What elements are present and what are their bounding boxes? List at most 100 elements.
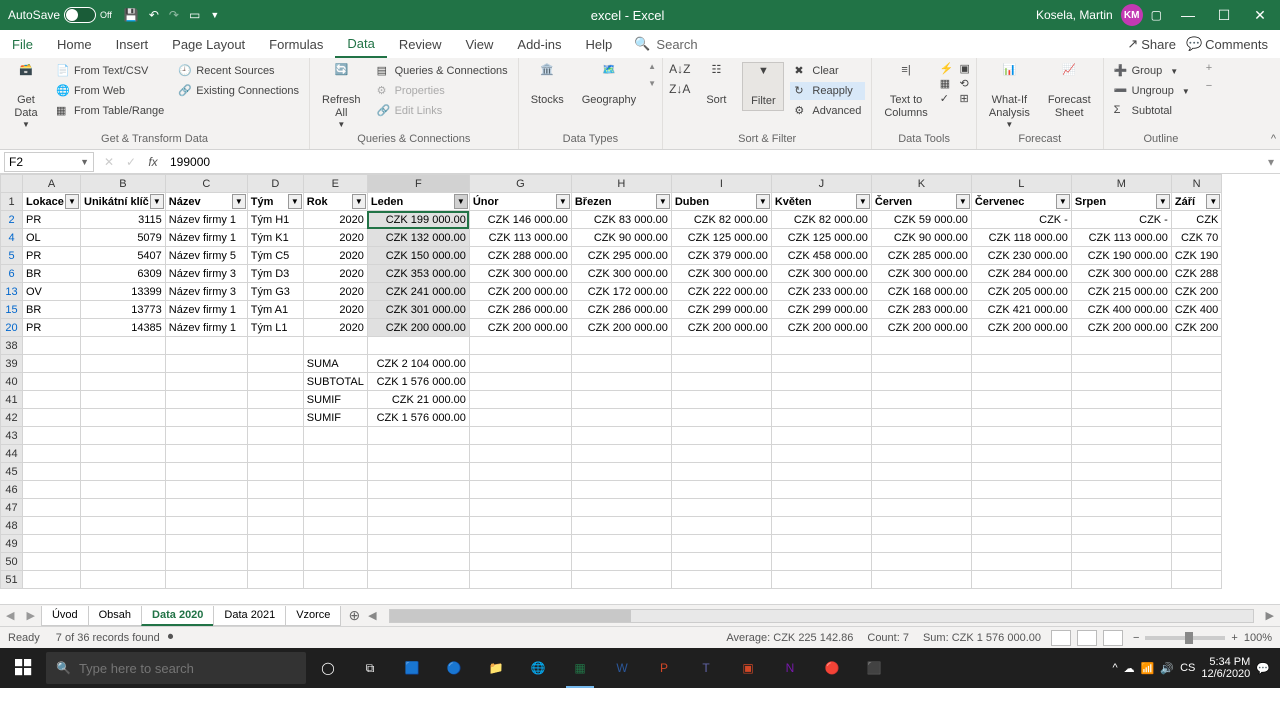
clear-filter-button[interactable]: ✖Clear [790, 62, 865, 80]
cell-N49[interactable] [1171, 535, 1221, 553]
filter-dropdown-Tým[interactable]: ▼ [288, 194, 302, 209]
cell-M40[interactable] [1071, 373, 1171, 391]
cell-I6[interactable]: CZK 300 000.00 [671, 265, 771, 283]
row-header-50[interactable]: 50 [1, 553, 23, 571]
minimize-button[interactable]: — [1176, 7, 1200, 24]
share-button[interactable]: ↗Share [1127, 36, 1176, 52]
row-header-6[interactable]: 6 [1, 265, 23, 283]
cell-F46[interactable] [367, 481, 469, 499]
cell-C47[interactable] [165, 499, 247, 517]
cell-I51[interactable] [671, 571, 771, 589]
cell-I43[interactable] [671, 427, 771, 445]
cell-C49[interactable] [165, 535, 247, 553]
cell-M43[interactable] [1071, 427, 1171, 445]
cell-K38[interactable] [871, 337, 971, 355]
cell-L6[interactable]: CZK 284 000.00 [971, 265, 1071, 283]
cell-D5[interactable]: Tým C5 [247, 247, 303, 265]
user-area[interactable]: Kosela, Martin KM ▢ [1036, 4, 1162, 26]
cell-B51[interactable] [81, 571, 166, 589]
col-header-K[interactable]: K [871, 175, 971, 193]
cell-D49[interactable] [247, 535, 303, 553]
cell-M6[interactable]: CZK 300 000.00 [1071, 265, 1171, 283]
cell-N5[interactable]: CZK 190 [1171, 247, 1221, 265]
cell-L50[interactable] [971, 553, 1071, 571]
show-detail-icon[interactable]: + [1206, 62, 1212, 74]
cell-K49[interactable] [871, 535, 971, 553]
expand-formula-icon[interactable]: ▾ [1262, 155, 1280, 169]
row-header-48[interactable]: 48 [1, 517, 23, 535]
cell-J47[interactable] [771, 499, 871, 517]
cell-H46[interactable] [571, 481, 671, 499]
geography-button[interactable]: 🗺️Geography [576, 62, 642, 109]
row-header-44[interactable]: 44 [1, 445, 23, 463]
cell-H48[interactable] [571, 517, 671, 535]
cell-B41[interactable] [81, 391, 166, 409]
cell-K2[interactable]: CZK 59 000.00 [871, 211, 971, 229]
cell-E20[interactable]: 2020 [303, 319, 367, 337]
cell-G49[interactable] [469, 535, 571, 553]
cell-A51[interactable] [23, 571, 81, 589]
cell-F51[interactable] [367, 571, 469, 589]
hscroll-right-icon[interactable]: ▶ [1266, 609, 1274, 622]
cell-C43[interactable] [165, 427, 247, 445]
enter-formula-icon[interactable]: ✓ [120, 155, 142, 169]
cell-F50[interactable] [367, 553, 469, 571]
cell-E50[interactable] [303, 553, 367, 571]
sheet-tab-Data 2021[interactable]: Data 2021 [213, 606, 286, 626]
filter-dropdown-Březen[interactable]: ▼ [656, 194, 670, 209]
cell-A20[interactable]: PR [23, 319, 81, 337]
cell-M44[interactable] [1071, 445, 1171, 463]
cell-B39[interactable] [81, 355, 166, 373]
cell-G45[interactable] [469, 463, 571, 481]
cell-F6[interactable]: CZK 353 000.00 [367, 265, 469, 283]
fx-icon[interactable]: fx [142, 155, 164, 169]
cell-H5[interactable]: CZK 295 000.00 [571, 247, 671, 265]
cell-C45[interactable] [165, 463, 247, 481]
cell-A13[interactable]: OV [23, 283, 81, 301]
row-header-5[interactable]: 5 [1, 247, 23, 265]
cell-A2[interactable]: PR [23, 211, 81, 229]
cell-F20[interactable]: CZK 200 000.00 [367, 319, 469, 337]
taskbar-skype[interactable]: 🔵 [434, 648, 474, 688]
cell-J42[interactable] [771, 409, 871, 427]
cell-H4[interactable]: CZK 90 000.00 [571, 229, 671, 247]
col-header-N[interactable]: N [1171, 175, 1221, 193]
cell-B49[interactable] [81, 535, 166, 553]
relationships-icon[interactable]: ⟲ [959, 77, 969, 90]
taskbar-taskview[interactable]: ⧉ [350, 648, 390, 688]
tell-me-search[interactable]: 🔍 Search [634, 36, 697, 52]
filter-dropdown-Unikátní klíč[interactable]: ▼ [150, 194, 164, 209]
cell-F13[interactable]: CZK 241 000.00 [367, 283, 469, 301]
cell-A38[interactable] [23, 337, 81, 355]
cell-B20[interactable]: 14385 [81, 319, 166, 337]
cell-M4[interactable]: CZK 113 000.00 [1071, 229, 1171, 247]
cell-E49[interactable] [303, 535, 367, 553]
row-header-38[interactable]: 38 [1, 337, 23, 355]
cell-D50[interactable] [247, 553, 303, 571]
scroll-down-icon[interactable]: ▼ [648, 79, 656, 88]
cell-N20[interactable]: CZK 200 [1171, 319, 1221, 337]
cell-M41[interactable] [1071, 391, 1171, 409]
sheet-nav-next-icon[interactable]: ▶ [20, 609, 40, 622]
sheet-tab-Úvod[interactable]: Úvod [41, 606, 89, 626]
cell-F38[interactable] [367, 337, 469, 355]
filter-dropdown-Červen[interactable]: ▼ [956, 194, 970, 209]
cell-C51[interactable] [165, 571, 247, 589]
cell-F15[interactable]: CZK 301 000.00 [367, 301, 469, 319]
cell-A50[interactable] [23, 553, 81, 571]
cell-K51[interactable] [871, 571, 971, 589]
cell-B4[interactable]: 5079 [81, 229, 166, 247]
cell-F45[interactable] [367, 463, 469, 481]
cell-A43[interactable] [23, 427, 81, 445]
taskbar-word[interactable]: W [602, 648, 642, 688]
save-icon[interactable]: 💾 [124, 8, 139, 22]
row-header-4[interactable]: 4 [1, 229, 23, 247]
cell-N42[interactable] [1171, 409, 1221, 427]
cell-C44[interactable] [165, 445, 247, 463]
cell-H40[interactable] [571, 373, 671, 391]
from-table-range-button[interactable]: ▦From Table/Range [52, 102, 168, 120]
cell-E6[interactable]: 2020 [303, 265, 367, 283]
tab-home[interactable]: Home [45, 30, 104, 58]
cell-N2[interactable]: CZK [1171, 211, 1221, 229]
sort-button[interactable]: ☷Sort [696, 62, 736, 109]
